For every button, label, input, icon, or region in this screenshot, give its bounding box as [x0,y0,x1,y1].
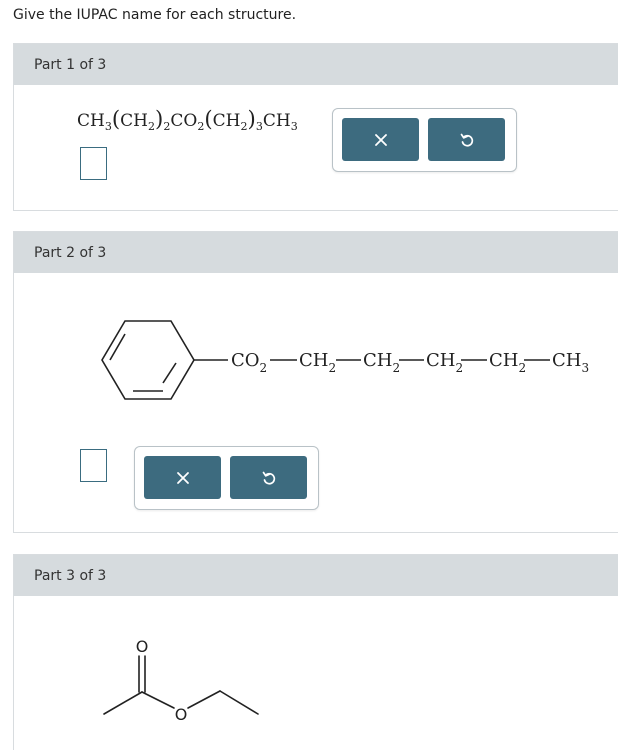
part-1-clear-button[interactable] [342,118,419,161]
part-1-formula: CH3(CH2)2CO2(CH2)3CH3 [77,107,298,133]
chain-ch2-2: CH [363,350,392,371]
part-2-reset-button[interactable] [230,456,307,499]
x-icon [374,133,387,146]
part-3-structure: O O [103,637,259,724]
chain-ch2-3: CH [426,350,455,371]
part-3-header: Part 3 of 3 [14,555,618,596]
chain-ch2-4: CH [489,350,518,371]
carbonyl-oxygen: O [136,637,149,656]
part-2-answer-input[interactable] [80,449,107,482]
part-2-clear-button[interactable] [144,456,221,499]
svg-text:CH2: CH2 [363,350,400,375]
part-1-header: Part 1 of 3 [14,44,618,85]
svg-text:CO2: CO2 [231,350,267,375]
chain-co2: CO [231,350,260,371]
part-2-structure: CO2 CH2 CH2 CH2 CH2 CH3 [101,320,589,400]
part-2-label: Part 2 of 3 [34,244,107,261]
part-3-label: Part 3 of 3 [34,567,107,584]
x-icon [176,471,189,484]
part-2-header: Part 2 of 3 [14,232,618,273]
benzene-ring [101,320,195,400]
part-1-label: Part 1 of 3 [34,56,107,73]
part-1-answer-input[interactable] [80,147,107,180]
undo-icon [262,471,275,485]
svg-text:CH2: CH2 [426,350,463,375]
ester-oxygen: O [175,705,188,724]
part-1-button-group [332,108,517,172]
chain-ch3: CH [552,350,581,371]
instruction: Give the IUPAC name for each structure. [13,7,297,23]
svg-text:CH2: CH2 [489,350,526,375]
svg-text:CH3: CH3 [552,350,589,375]
chain-ch2-1: CH [299,350,328,371]
part-1-reset-button[interactable] [428,118,505,161]
part-2-button-group [134,446,319,510]
undo-icon [460,133,473,147]
svg-text:CH2: CH2 [299,350,336,375]
